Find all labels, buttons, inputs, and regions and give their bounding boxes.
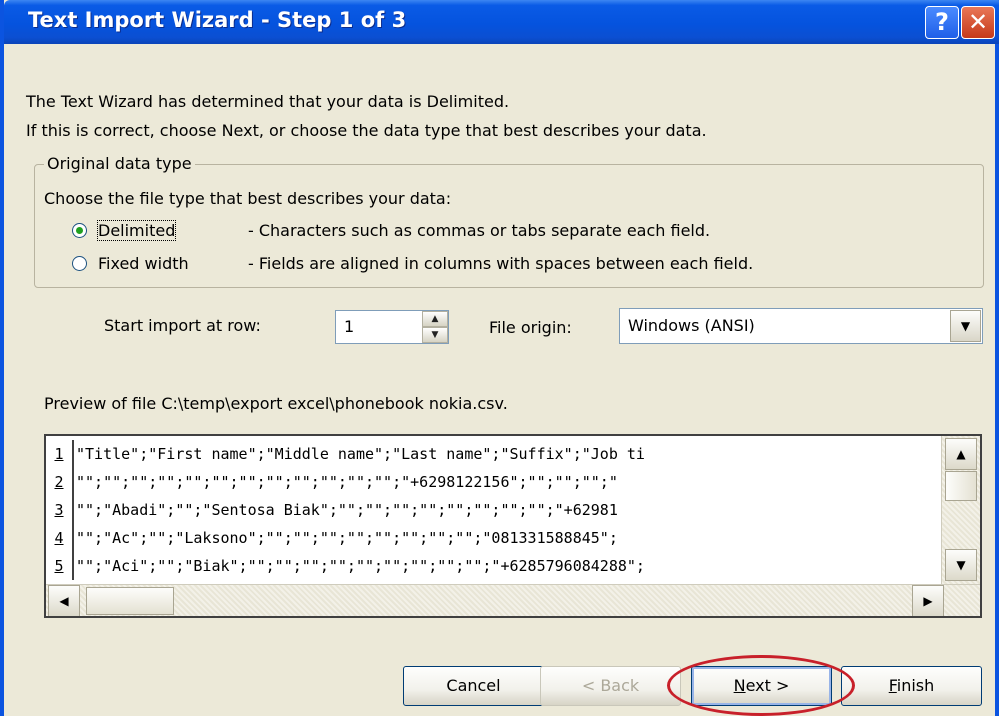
row-text: "Title";"First name";"Middle name";"Last… (76, 445, 645, 463)
row-text: "";"Abadi";"";"Sentosa Biak";"";"";"";""… (76, 501, 618, 519)
title-bar[interactable]: Text Import Wizard - Step 1 of 3 ? ✕ (4, 0, 999, 44)
fixed-width-description: - Fields are aligned in columns with spa… (248, 254, 754, 273)
intro-text-line-1: The Text Wizard has determined that your… (26, 92, 510, 111)
help-button[interactable]: ? (925, 6, 959, 39)
start-import-row-label: Start import at row: (104, 316, 261, 335)
chevron-down-icon[interactable]: ▼ (950, 310, 981, 342)
scroll-down-icon[interactable]: ▼ (945, 549, 977, 581)
file-origin-label: File origin: (489, 318, 572, 337)
text-import-wizard-window: Text Import Wizard - Step 1 of 3 ? ✕ The… (0, 0, 999, 716)
start-import-row-spinner[interactable]: 1 ▲ ▼ (335, 310, 449, 344)
window-title: Text Import Wizard - Step 1 of 3 (28, 8, 407, 32)
next-button[interactable]: Next > (691, 666, 832, 706)
start-import-row-value[interactable]: 1 (344, 317, 354, 336)
close-icon: ✕ (967, 8, 989, 36)
help-icon: ? (935, 8, 949, 36)
preview-row: 4 "";"Ac";"";"Laksono";"";"";"";"";"";"";… (46, 524, 941, 552)
row-number: 4 (46, 524, 74, 552)
next-button-label: ext > (745, 676, 790, 695)
next-button-mnemonic: N (733, 676, 746, 695)
close-button[interactable]: ✕ (961, 6, 995, 39)
vertical-scroll-thumb[interactable] (945, 471, 977, 501)
cancel-button[interactable]: Cancel (403, 666, 544, 706)
original-data-type-legend: Original data type (44, 154, 195, 173)
radio-selected-dot (76, 227, 83, 234)
row-number: 3 (46, 496, 74, 524)
file-origin-select[interactable]: Windows (ANSI) ▼ (619, 308, 983, 344)
row-number: 2 (46, 468, 74, 496)
scroll-up-icon[interactable]: ▲ (945, 438, 977, 470)
preview-label: Preview of file C:\temp\export excel\pho… (44, 394, 508, 413)
fixed-width-radio[interactable] (72, 256, 87, 271)
preview-row: 2 "";"";"";"";"";"";"";"";"";"";"";"";"+6… (46, 468, 941, 496)
file-type-prompt: Choose the file type that best describes… (44, 189, 452, 208)
intro-text-line-2: If this is correct, choose Next, or choo… (26, 121, 707, 140)
finish-button-mnemonic: F (888, 676, 897, 695)
fixed-width-label[interactable]: Fixed width (98, 254, 189, 273)
preview-row: 1 "Title";"First name";"Middle name";"Las… (46, 440, 941, 468)
preview-row: 5 "";"Aci";"";"Biak";"";"";"";"";"";"";""… (46, 552, 941, 580)
file-preview[interactable]: 1 "Title";"First name";"Middle name";"Las… (44, 434, 982, 618)
delimited-label[interactable]: Delimited (96, 220, 177, 241)
back-button-label: < Back (581, 676, 640, 695)
row-text: "";"";"";"";"";"";"";"";"";"";"";"";"+62… (76, 473, 618, 491)
file-origin-value: Windows (ANSI) (628, 316, 755, 335)
cancel-button-label: Cancel (446, 676, 501, 695)
preview-row: 3 "";"Abadi";"";"Sentosa Biak";"";"";"";"… (46, 496, 941, 524)
finish-button[interactable]: Finish (841, 666, 982, 706)
back-button[interactable]: < Back (540, 666, 681, 706)
spinner-buttons: ▲ ▼ (422, 311, 448, 343)
spin-down-icon[interactable]: ▼ (422, 327, 448, 343)
scroll-left-icon[interactable]: ◀ (48, 585, 80, 616)
scroll-right-icon[interactable]: ▶ (912, 585, 944, 616)
delimited-description: - Characters such as commas or tabs sepa… (248, 221, 711, 240)
row-number: 5 (46, 552, 74, 580)
spin-up-icon[interactable]: ▲ (422, 311, 448, 327)
vertical-scrollbar[interactable]: ▲ ▼ (941, 436, 980, 584)
delimited-radio[interactable] (72, 223, 87, 238)
horizontal-scrollbar[interactable]: ◀ ▶ (46, 584, 980, 616)
horizontal-scroll-thumb[interactable] (86, 587, 174, 615)
row-number: 1 (46, 440, 74, 468)
row-text: "";"Ac";"";"Laksono";"";"";"";"";"";"";"… (76, 529, 618, 547)
preview-lines: 1 "Title";"First name";"Middle name";"Las… (46, 436, 941, 584)
row-text: "";"Aci";"";"Biak";"";"";"";"";"";"";"";… (76, 557, 645, 575)
finish-button-label: inish (896, 676, 935, 695)
